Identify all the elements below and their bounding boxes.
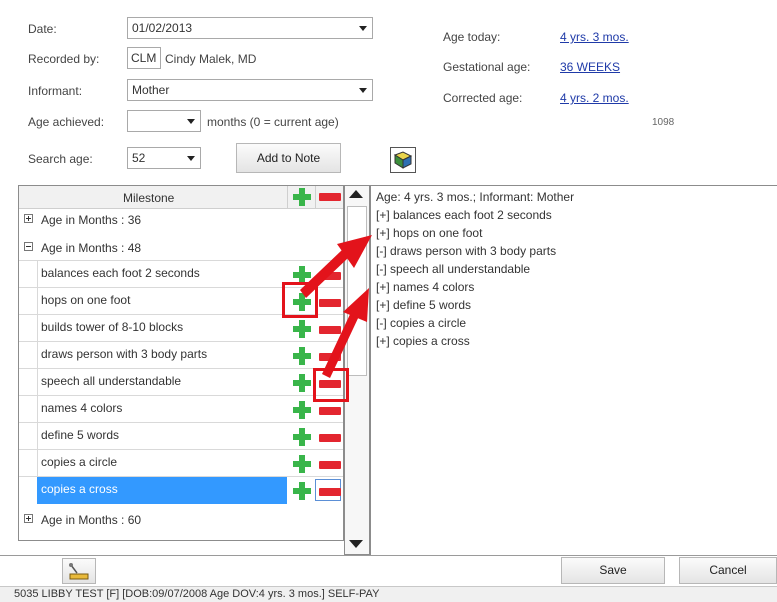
patient-status-text: 5035 LIBBY TEST [F] [DOB:09/07/2008 Age … (14, 588, 380, 600)
signature-icon (69, 563, 89, 580)
save-button[interactable]: Save (561, 557, 665, 584)
signature-button[interactable] (62, 558, 96, 584)
cancel-button[interactable]: Cancel (679, 557, 777, 584)
arrow-shaft-2 (322, 310, 360, 378)
arrow-shaft-1 (300, 250, 348, 298)
arrow-head-2 (343, 288, 369, 322)
annotation-arrows (300, 235, 372, 378)
status-bar: 5035 LIBBY TEST [F] [DOB:09/07/2008 Age … (0, 586, 777, 602)
